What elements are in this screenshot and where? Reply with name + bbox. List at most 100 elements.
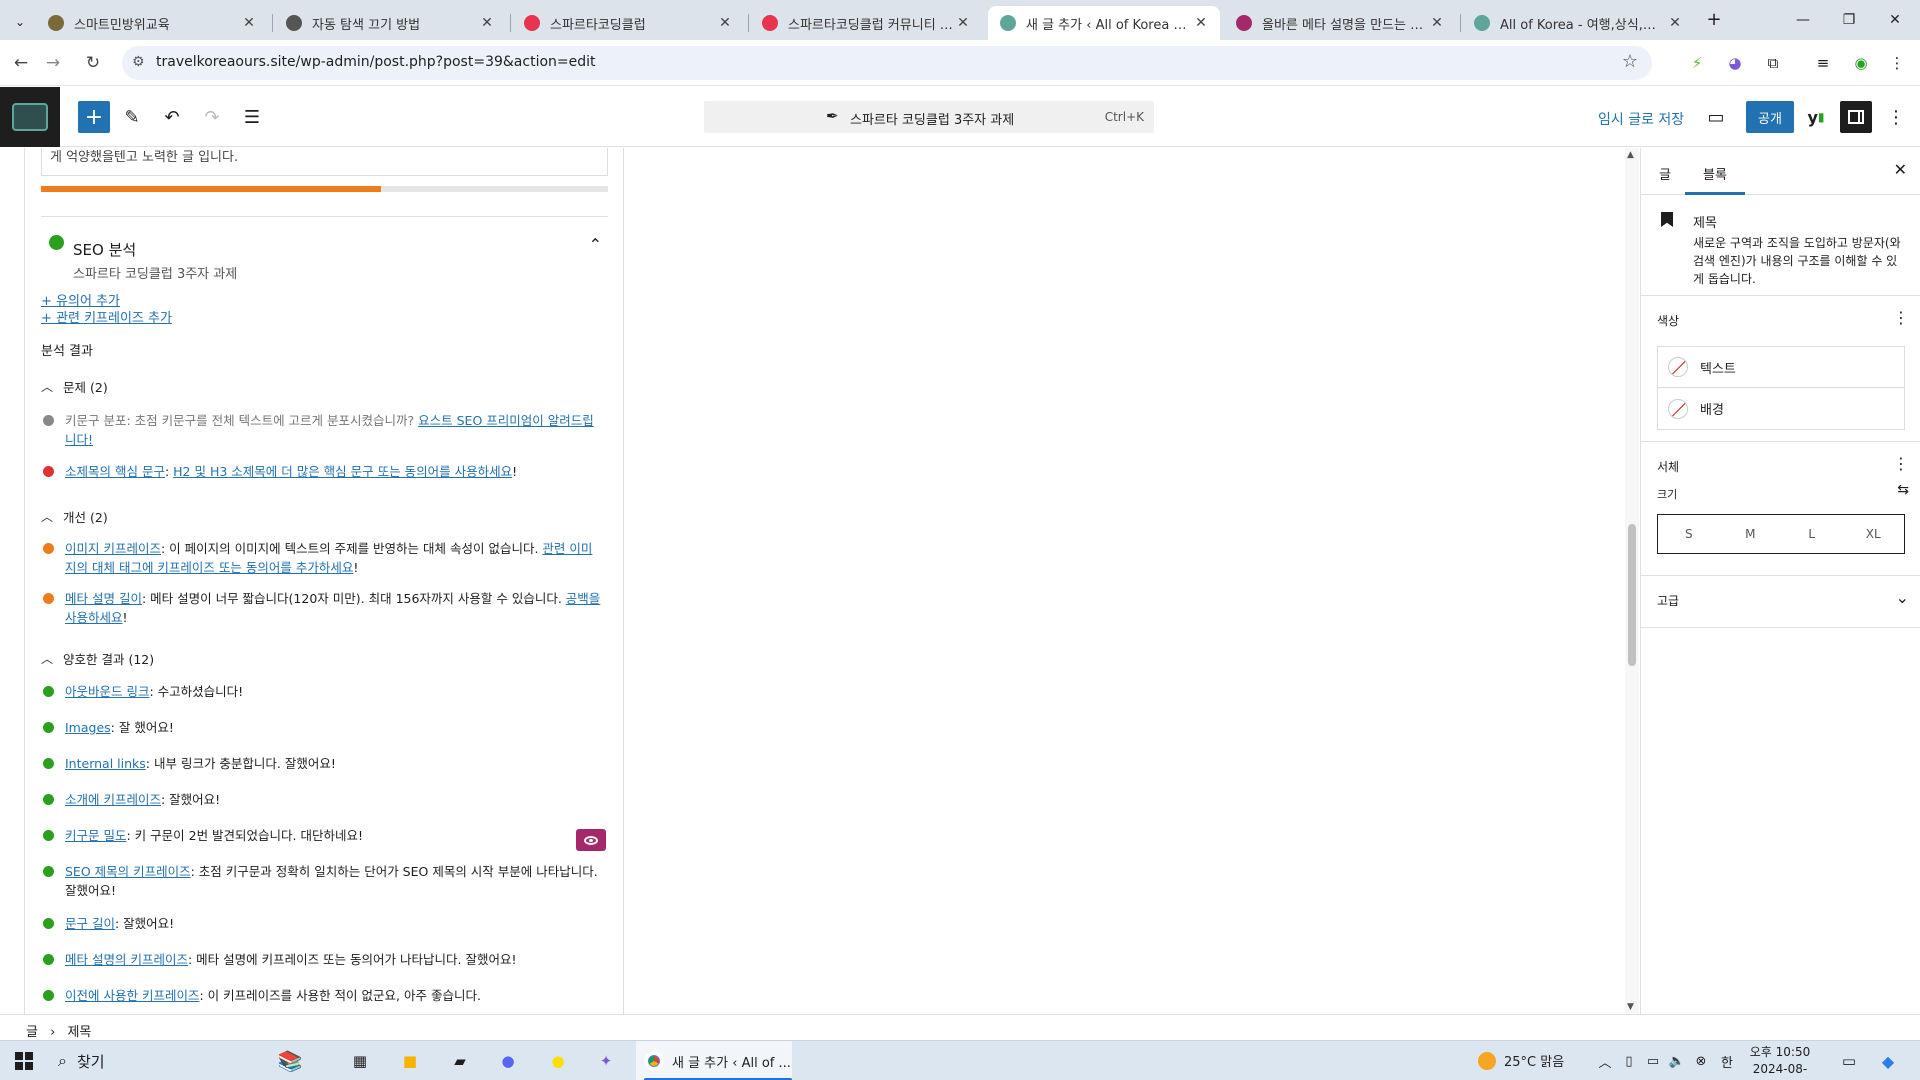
meta-description-box[interactable]: 게 억양했을텐고 노력한 글 입니다. (41, 148, 608, 176)
back-icon[interactable]: ← (8, 50, 34, 76)
kakaotalk-icon[interactable]: ● (546, 1049, 570, 1073)
volume-icon[interactable]: 🔈 (1668, 1049, 1686, 1073)
app-icon[interactable]: ✦ (594, 1049, 618, 1073)
browser-tab-7[interactable]: All of Korea - 여행,상식,그 외 ✕ (1462, 6, 1694, 40)
extension-purple-icon[interactable]: ◕ (1724, 52, 1746, 74)
tab-close-icon[interactable]: ✕ (1192, 15, 1210, 31)
tab-block[interactable]: 블록 (1703, 164, 1727, 183)
copilot-icon[interactable]: ◆ (1876, 1049, 1900, 1073)
result-link[interactable]: 이전에 사용한 키프레이즈 (65, 988, 199, 1003)
size-s-option[interactable]: S (1658, 515, 1720, 553)
media-controls-icon[interactable]: ≡ (1812, 52, 1834, 74)
settings-sidebar-icon[interactable] (1840, 101, 1872, 133)
reload-icon[interactable]: ↻ (80, 50, 106, 76)
color-text-item[interactable]: 텍스트 (1658, 347, 1904, 388)
browser-tab-1[interactable]: 스마트민방위교육 ✕ (36, 6, 268, 40)
tray-status-icon[interactable]: ⊗ (1692, 1049, 1710, 1073)
tab-close-icon[interactable]: ✕ (716, 15, 734, 31)
extensions-puzzle-icon[interactable]: ⧉ (1762, 52, 1784, 74)
seo-analysis-header[interactable]: SEO 분석 스파르타 코딩클럽 3주자 과제 ⌃ (41, 216, 608, 286)
chevron-down-icon[interactable]: ⌄ (1896, 588, 1909, 607)
tab-close-icon[interactable]: ✕ (240, 15, 258, 31)
tab-search-icon[interactable]: ⌄ (8, 10, 32, 34)
scroll-up-icon[interactable]: ▲ (1627, 150, 1634, 160)
advanced-panel[interactable]: 고급 ⌄ (1641, 576, 1920, 628)
result-link[interactable]: 아웃바운드 링크 (65, 684, 149, 699)
undo-icon[interactable]: ↶ (156, 101, 188, 133)
document-overview-icon[interactable]: ☰ (236, 101, 268, 133)
result-link[interactable]: 소제목의 핵심 문구 (65, 464, 165, 479)
options-menu-icon[interactable]: ⋮ (1880, 101, 1912, 133)
typography-options-icon[interactable]: ⋮ (1893, 454, 1909, 473)
browser-tab-2[interactable]: 자동 탐색 끄기 방법 ✕ (274, 6, 506, 40)
result-fix-link[interactable]: H2 및 H3 소제목에 더 많은 핵심 문구 또는 동의어를 사용하세요 (173, 464, 512, 479)
start-windows-icon[interactable] (12, 1049, 36, 1073)
tab-post[interactable]: 글 (1659, 164, 1671, 183)
size-m-option[interactable]: M (1720, 515, 1782, 553)
browser-tab-5-active[interactable]: 새 글 추가 ‹ All of Korea — 워 ✕ (988, 6, 1220, 40)
notification-icon[interactable]: ▭ (1838, 1049, 1860, 1073)
editor-canvas[interactable] (625, 148, 1625, 1014)
discord-icon[interactable]: ● (496, 1049, 520, 1073)
bookmark-star-icon[interactable]: ☆ (1622, 51, 1638, 72)
tab-close-icon[interactable]: ✕ (954, 15, 972, 31)
result-link[interactable]: 문구 길이 (65, 916, 115, 931)
result-link[interactable]: 소개에 키프레이즈 (65, 792, 161, 807)
browser-tab-4[interactable]: 스파르타코딩클럽 커뮤니티 | 스 ✕ (750, 6, 982, 40)
network-icon[interactable]: ▭ (1644, 1049, 1662, 1073)
taskbar-clock[interactable]: 오후 10:50 2024-08-27 (1748, 1044, 1812, 1080)
save-draft-button[interactable]: 임시 글로 저장 (1598, 109, 1684, 129)
restore-icon[interactable]: ❐ (1826, 0, 1872, 40)
taskbar-chrome-window[interactable]: 새 글 추가 ‹ All of ... (636, 1041, 792, 1080)
tools-pen-icon[interactable]: ✎ (116, 101, 148, 133)
result-link[interactable]: Internal links (65, 756, 146, 771)
preview-icon[interactable]: ▭ (1700, 101, 1732, 133)
scrollbar-thumb[interactable] (1628, 524, 1636, 666)
browser-tab-6[interactable]: 올바른 메타 설명을 만드는 방법 ✕ (1224, 6, 1456, 40)
minimize-icon[interactable]: — (1780, 0, 1826, 40)
site-logo-icon[interactable] (0, 87, 60, 147)
eye-icon[interactable] (576, 829, 606, 851)
forward-icon[interactable]: → (40, 50, 66, 76)
weather-widget[interactable]: 25°C 맑음 (1478, 1051, 1564, 1070)
close-icon[interactable]: ✕ (1894, 160, 1907, 179)
tray-device-icon[interactable]: ▯ (1620, 1049, 1638, 1073)
block-inserter-button[interactable]: + (78, 101, 110, 133)
tab-close-icon[interactable]: ✕ (1428, 15, 1446, 31)
canvas-scrollbar[interactable]: ▲ ▼ (1625, 148, 1639, 1014)
yoast-icon[interactable]: y ▮ (1800, 101, 1832, 133)
scroll-down-icon[interactable]: ▼ (1627, 1002, 1634, 1012)
result-link[interactable]: 이미지 키프레이즈 (65, 541, 161, 556)
browser-menu-icon[interactable]: ⋮ (1886, 52, 1908, 74)
notes-app-icon[interactable]: ▰ (448, 1049, 472, 1073)
improvements-toggle[interactable]: ︿ 개선 (2) (41, 507, 108, 526)
publish-button[interactable]: 공개 (1746, 101, 1794, 133)
good-results-toggle[interactable]: ︿ 양호한 결과 (12) (41, 649, 154, 668)
result-link[interactable]: Images (65, 720, 111, 735)
size-l-option[interactable]: L (1781, 515, 1843, 553)
task-view-icon[interactable]: ▦ (348, 1049, 372, 1073)
profile-avatar-icon[interactable]: ◉ (1850, 52, 1872, 74)
problems-toggle[interactable]: ︿ 문제 (2) (41, 377, 108, 396)
color-background-item[interactable]: 배경 (1658, 388, 1904, 429)
tray-overflow-icon[interactable]: ︿ (1596, 1049, 1614, 1073)
address-bar[interactable]: ⚙ travelkoreaours.site/wp-admin/post.php… (122, 46, 1652, 80)
ime-korean-icon[interactable]: 한 (1716, 1049, 1738, 1073)
redo-icon[interactable]: ↷ (196, 101, 228, 133)
site-info-icon[interactable]: ⚙ (132, 54, 145, 70)
color-options-icon[interactable]: ⋮ (1893, 308, 1909, 327)
new-tab-button[interactable]: + (1702, 9, 1726, 33)
tab-close-icon[interactable]: ✕ (1666, 15, 1684, 31)
sticky-notes-icon[interactable]: ■ (398, 1049, 422, 1073)
add-related-keyphrase-link[interactable]: + 관련 키프레이즈 추가 (41, 307, 172, 326)
breadcrumb-root[interactable]: 글 (26, 1025, 38, 1040)
custom-size-icon[interactable]: ⇆ (1897, 482, 1909, 498)
size-xl-option[interactable]: XL (1843, 515, 1905, 553)
result-link[interactable]: 키구문 밀도 (65, 828, 126, 843)
chevron-up-icon[interactable]: ⌃ (589, 235, 602, 254)
browser-tab-3[interactable]: 스파르타코딩클럽 ✕ (512, 6, 744, 40)
close-window-icon[interactable]: ✕ (1872, 0, 1918, 40)
result-link[interactable]: SEO 제목의 키프레이즈 (65, 864, 191, 879)
taskbar-search[interactable]: ⌕ 찾기 (48, 1045, 268, 1077)
tab-close-icon[interactable]: ✕ (478, 15, 496, 31)
